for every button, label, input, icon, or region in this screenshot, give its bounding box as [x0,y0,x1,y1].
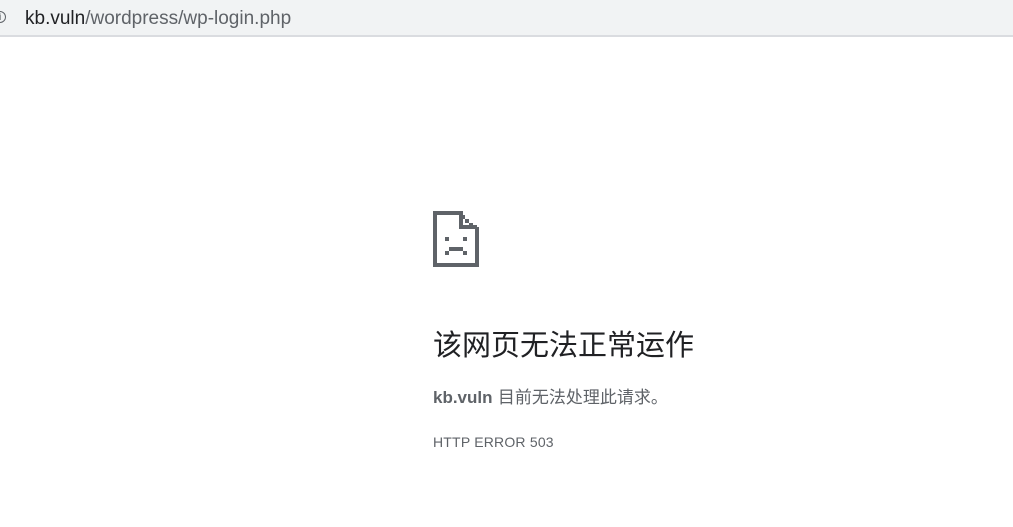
url-path: /wordpress/wp-login.php [85,8,292,29]
url-host: kb.vuln [25,8,86,29]
error-host: kb.vuln [433,388,493,407]
error-message-text: 目前无法处理此请求。 [492,388,668,408]
error-code: HTTP ERROR 503 [433,434,554,450]
url-text[interactable]: kb.vuln/wordpress/wp-login.php [25,8,291,30]
sad-page-icon [433,211,479,267]
info-icon[interactable]: i [0,11,6,23]
error-title: 该网页无法正常运作 [433,328,695,362]
error-message: kb.vuln 目前无法处理此请求。 [433,386,668,410]
address-bar[interactable]: i kb.vuln/wordpress/wp-login.php [0,0,1013,37]
